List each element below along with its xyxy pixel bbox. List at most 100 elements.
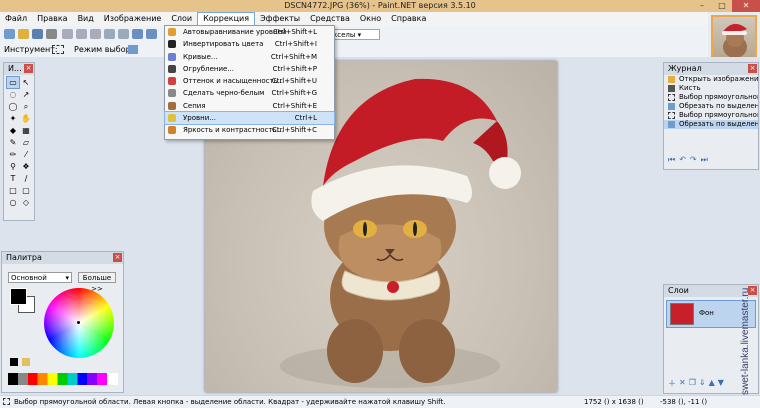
menu-item-posterize[interactable]: Огрубление... Ctrl+Shift+P (165, 63, 334, 75)
levels-icon (168, 114, 176, 123)
crop-icon[interactable] (104, 29, 115, 39)
menu-item-levels[interactable]: Уровни... Ctrl+L (164, 111, 335, 126)
clone-stamp-tool-icon[interactable]: ⚲ (7, 161, 19, 172)
open-image-icon (668, 76, 675, 83)
palette-close-button[interactable]: × (113, 253, 122, 262)
menu-item-auto-level[interactable]: Автовыравнивание уровней Ctrl+Shift+L (165, 26, 334, 38)
gradient-tool-icon[interactable]: ▦ (20, 125, 32, 136)
move-selection-tool-icon[interactable]: ↖ (20, 77, 32, 88)
menu-item-label: Автовыравнивание уровней (183, 28, 287, 36)
lasso-tool-icon[interactable]: ◌ (7, 89, 19, 100)
menu-window[interactable]: Окно (355, 12, 386, 26)
move-layer-up-icon[interactable]: ▲ (709, 378, 715, 389)
tools-panel: И... × ▭ ↖ ◌ ↗ ◯ ⌕ ✦ ✋ ◆ ▦ ✎ ▱ ✏ ⁄ ⚲ ❖ T … (3, 62, 35, 221)
recolor-tool-icon[interactable]: ❖ (20, 161, 32, 172)
menu-view[interactable]: Вид (73, 12, 99, 26)
menu-item-brightness-contrast[interactable]: Яркость и контрастность... Ctrl+Shift+C (165, 124, 334, 136)
undo-icon[interactable] (132, 29, 143, 39)
magic-wand-tool-icon[interactable]: ✦ (7, 113, 19, 124)
line-tool-icon[interactable]: ∕ (20, 173, 32, 184)
history-item[interactable]: Обрезать по выделению (664, 120, 758, 129)
menu-file[interactable]: Файл (0, 12, 32, 26)
current-tool-icon[interactable] (52, 45, 64, 54)
invert-colors-icon (168, 40, 176, 49)
menu-item-shortcut: Ctrl+Shift+G (271, 89, 317, 98)
delete-layer-icon[interactable]: ✕ (679, 378, 686, 389)
menu-item-sepia[interactable]: Сепия Ctrl+Shift+E (165, 100, 334, 112)
pan-tool-icon[interactable]: ✋ (20, 113, 32, 124)
menu-adjustments[interactable]: Коррекция (197, 12, 256, 26)
history-first-icon[interactable]: ⏮ (668, 155, 675, 165)
palette-swatches[interactable] (8, 373, 118, 385)
move-selected-tool-icon[interactable]: ↗ (20, 89, 32, 100)
new-file-icon[interactable] (4, 29, 15, 39)
cut-icon[interactable] (62, 29, 73, 39)
paste-icon[interactable] (90, 29, 101, 39)
selection-mode-icon[interactable] (128, 45, 138, 54)
history-item[interactable]: Открыть изображение (664, 75, 758, 84)
menu-edit[interactable]: Правка (32, 12, 72, 26)
color-wheel[interactable] (44, 288, 114, 358)
deselect-icon[interactable] (118, 29, 129, 39)
menu-layers[interactable]: Слои (166, 12, 197, 26)
rectangle-tool-icon[interactable]: □ (7, 185, 19, 196)
maximize-button[interactable]: □ (712, 0, 732, 12)
open-file-icon[interactable] (18, 29, 29, 39)
eraser-tool-icon[interactable]: ▱ (20, 137, 32, 148)
rounded-rectangle-tool-icon[interactable]: ▢ (20, 185, 32, 196)
menu-item-label: Сепия (183, 101, 206, 110)
palette-mode-select[interactable]: Основной ▾ (8, 272, 72, 283)
image-thumbnail-area (708, 12, 760, 60)
palette-mode-value: Основной (11, 274, 47, 282)
tools-panel-close-button[interactable]: × (24, 64, 33, 73)
reset-colors-icon[interactable] (10, 358, 18, 366)
history-redo-icon[interactable]: ↷ (690, 155, 697, 165)
text-tool-icon[interactable]: T (7, 173, 19, 184)
copy-icon[interactable] (76, 29, 87, 39)
merge-layer-icon[interactable]: ⇓ (699, 378, 706, 389)
black-white-icon (168, 89, 176, 98)
paintbrush-tool-icon[interactable]: ✎ (7, 137, 19, 148)
menu-image[interactable]: Изображение (99, 12, 167, 26)
rectangle-select-tool-icon[interactable]: ▭ (6, 76, 20, 89)
menu-effects[interactable]: Эффекты (255, 12, 305, 26)
swap-colors-icon[interactable] (22, 358, 30, 366)
image-thumbnail[interactable] (711, 15, 757, 59)
save-icon[interactable] (32, 29, 43, 39)
history-item[interactable]: Обрезать по выделению (664, 102, 758, 111)
primary-color-swatch[interactable] (10, 288, 27, 305)
history-item[interactable]: Кисть (664, 84, 758, 93)
history-last-icon[interactable]: ⏭ (701, 155, 708, 165)
history-undo-icon[interactable]: ↶ (679, 155, 686, 165)
menu-utilities[interactable]: Средства (305, 12, 355, 26)
menu-item-black-white[interactable]: Сделать черно-белым Ctrl+Shift+G (165, 87, 334, 99)
menu-item-hue-saturation[interactable]: Оттенок и насыщенность... Ctrl+Shift+U (165, 75, 334, 87)
more-colors-button[interactable]: Больше >> (78, 272, 116, 293)
rectangle-select-icon (668, 112, 675, 119)
color-picker-tool-icon[interactable]: ⁄ (20, 149, 32, 160)
units-select[interactable]: кселы ▾ (330, 29, 380, 40)
menu-item-shortcut: Ctrl+Shift+E (272, 101, 317, 110)
close-button[interactable]: ✕ (732, 0, 760, 12)
print-icon[interactable] (46, 29, 57, 39)
zoom-tool-icon[interactable]: ⌕ (20, 101, 32, 112)
duplicate-layer-icon[interactable]: ❐ (689, 378, 696, 389)
add-layer-icon[interactable]: ＋ (668, 378, 676, 389)
freeform-shape-tool-icon[interactable]: ◇ (20, 197, 32, 208)
history-close-button[interactable]: × (748, 64, 757, 73)
ellipse-select-tool-icon[interactable]: ◯ (7, 101, 19, 112)
ellipse-tool-icon[interactable]: ○ (7, 197, 19, 208)
status-hint: Выбор прямоугольной области. Левая кнопк… (14, 398, 446, 406)
menu-item-invert-colors[interactable]: Инвертировать цвета Ctrl+Shift+I (165, 38, 334, 50)
move-layer-down-icon[interactable]: ▼ (718, 378, 724, 389)
pencil-tool-icon[interactable]: ✏ (7, 149, 19, 160)
history-item[interactable]: Выбор прямоугольной об... (664, 111, 758, 120)
history-item[interactable]: Выбор прямоугольной об... (664, 93, 758, 102)
menu-item-curves[interactable]: Кривые... Ctrl+Shift+M (165, 51, 334, 63)
history-item-label: Кисть (679, 84, 701, 92)
redo-icon[interactable] (146, 29, 157, 39)
paint-bucket-tool-icon[interactable]: ◆ (7, 125, 19, 136)
palette-title: Палитра (6, 253, 42, 262)
menu-help[interactable]: Справка (386, 12, 431, 26)
minimize-button[interactable]: – (692, 0, 712, 12)
